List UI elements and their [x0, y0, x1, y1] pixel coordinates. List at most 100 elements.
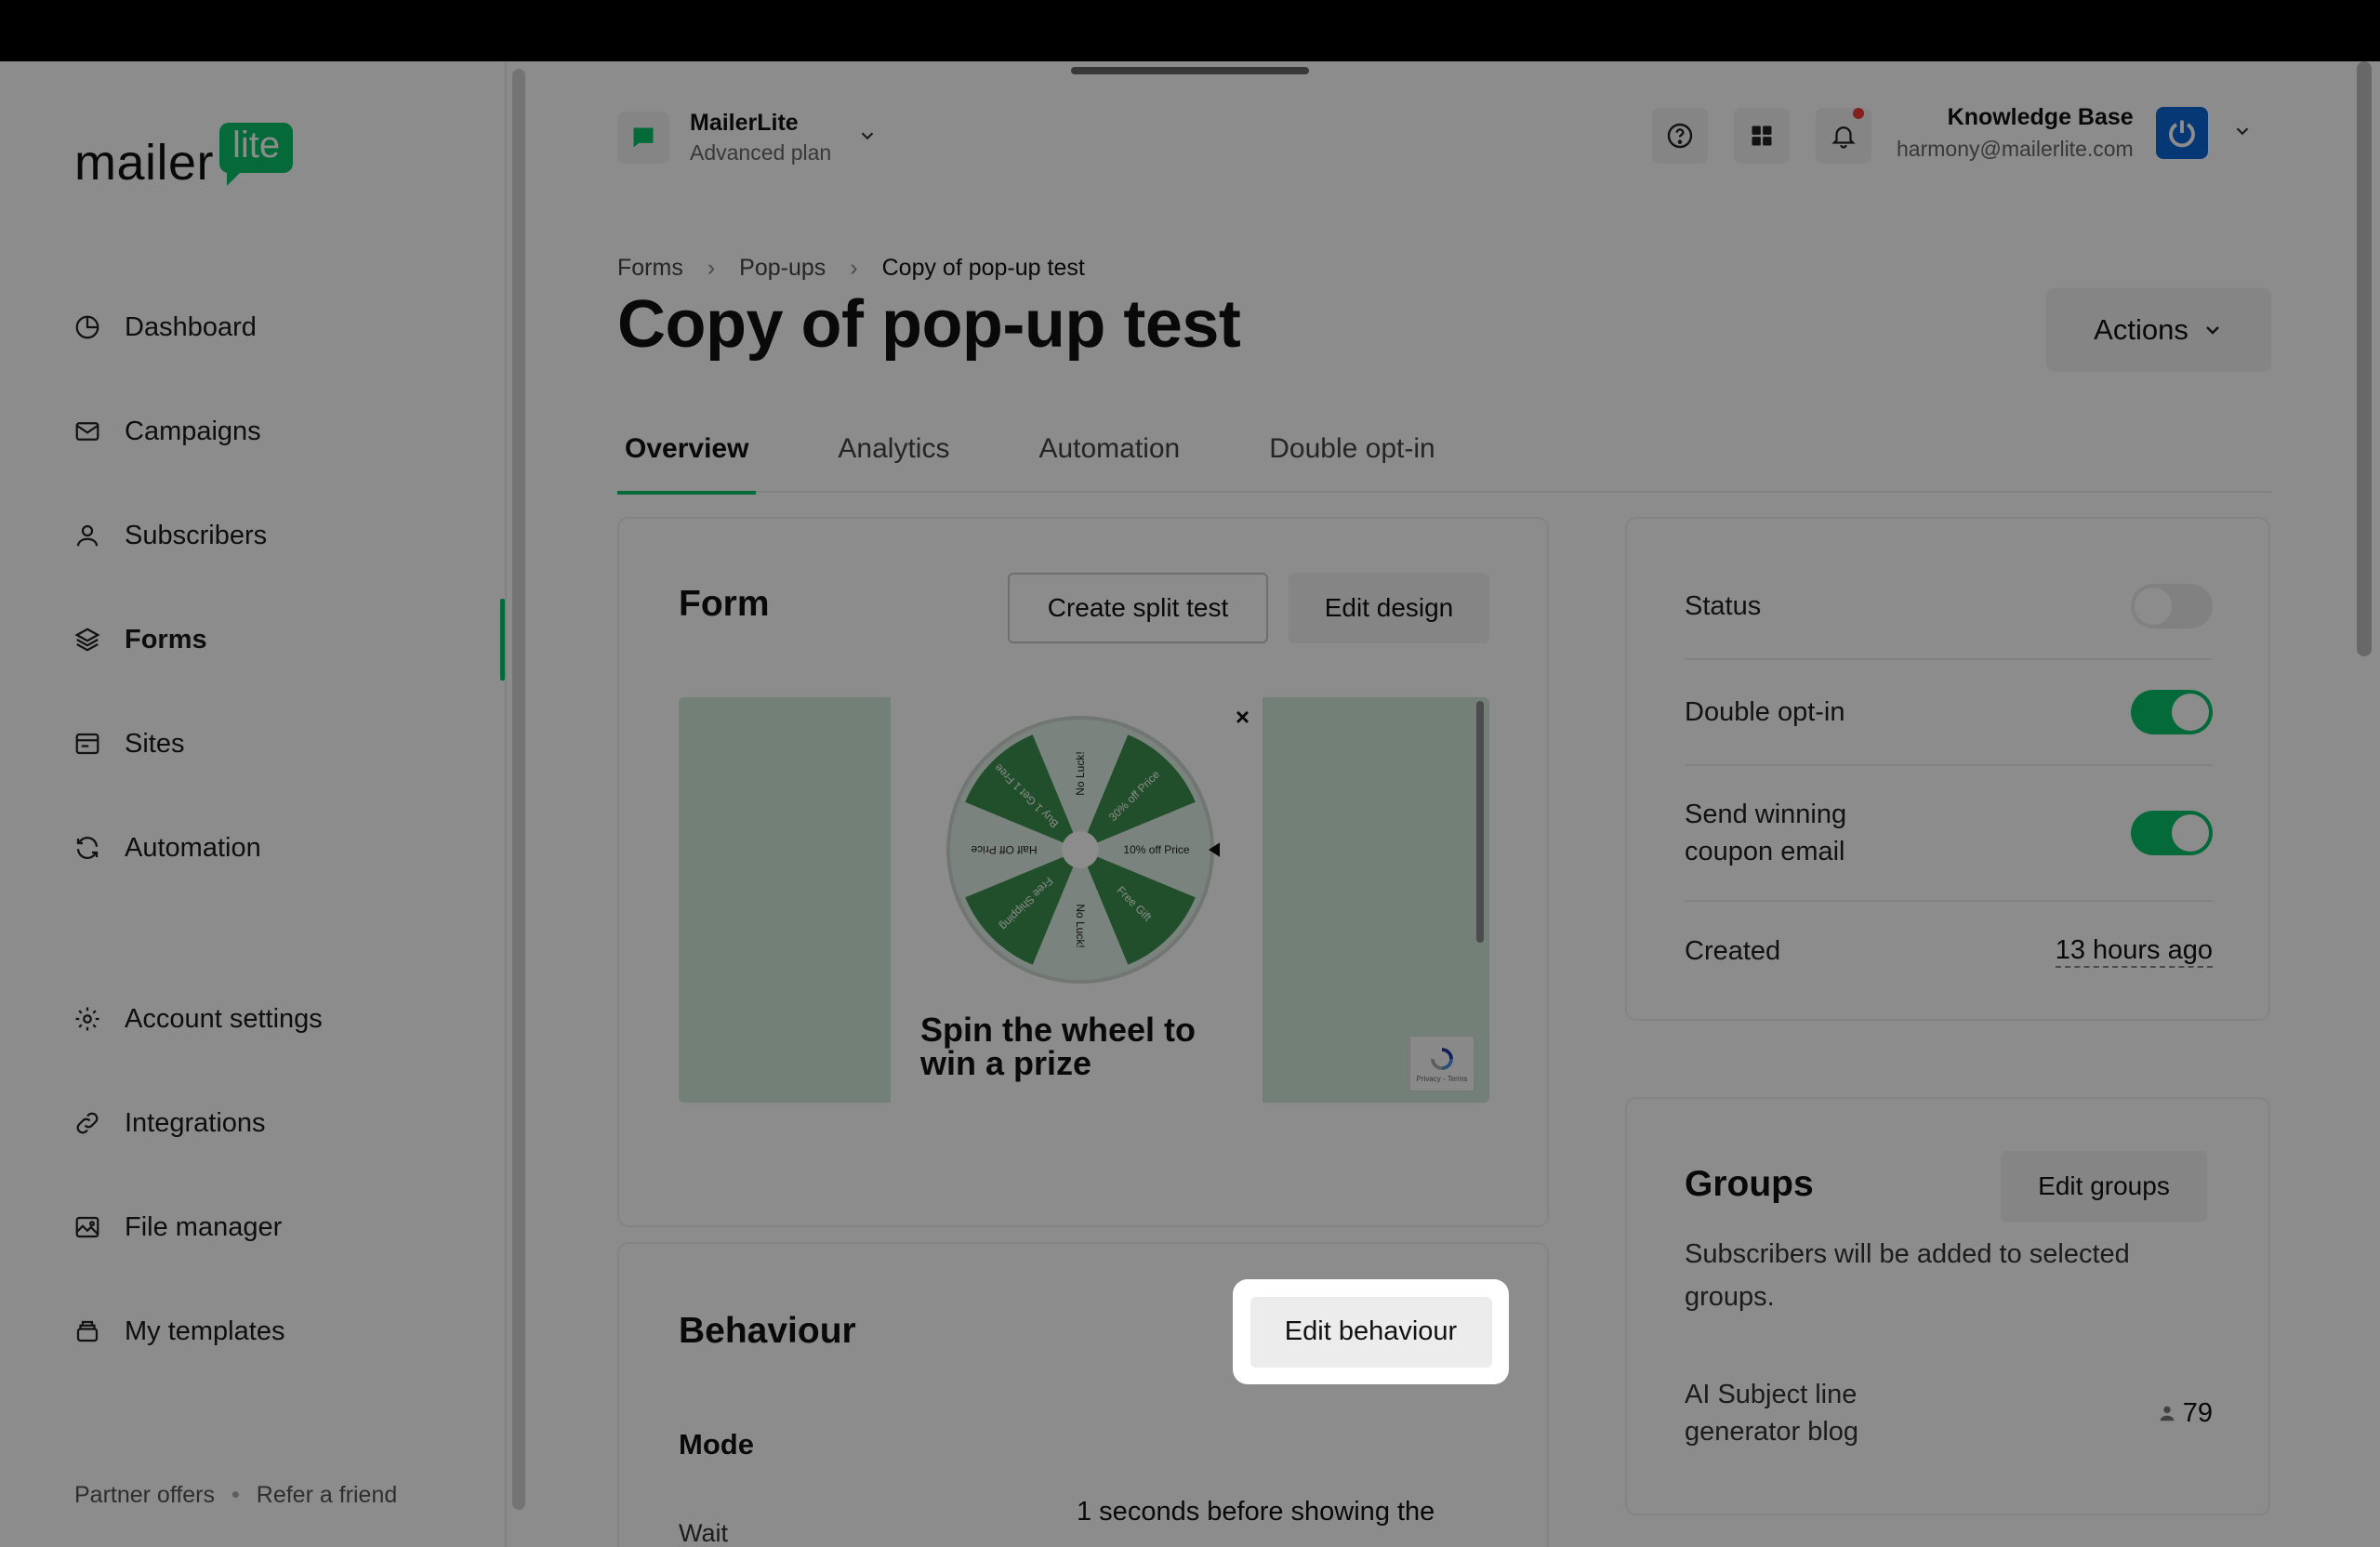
preview-scrollbar[interactable] [1476, 701, 1484, 943]
user-name: Knowledge Base [1947, 104, 2134, 130]
groups-description: Subscribers will be added to selected gr… [1685, 1239, 2130, 1312]
wait-label: Wait [679, 1519, 728, 1547]
double-optin-toggle[interactable] [2131, 690, 2213, 734]
form-card: Form Create split test Edit design × No … [617, 517, 1549, 1227]
account-plan: Advanced plan [690, 140, 832, 165]
window-drag-handle[interactable] [1071, 67, 1309, 74]
help-icon [1667, 123, 1693, 149]
sidebar-footer: Partner offers • Refer a friend [74, 1482, 397, 1509]
refer-friend-link[interactable]: Refer a friend [257, 1482, 397, 1509]
apps-button[interactable] [1734, 108, 1790, 164]
app-window: mailer lite Dashboard Campaigns Subscrib… [0, 61, 2380, 1547]
sidebar-item-my-templates[interactable]: My templates [73, 1303, 491, 1359]
wheel-segment-label: 10% off Price [1123, 843, 1189, 856]
coupon-email-label: Send winning coupon email [1685, 800, 1847, 866]
edit-behaviour-button[interactable]: Edit behaviour [1250, 1296, 1492, 1368]
created-label: Created [1685, 936, 1781, 966]
close-icon: × [1235, 703, 1250, 731]
layers-icon [73, 625, 102, 654]
sidebar-item-account-settings[interactable]: Account settings [73, 991, 491, 1047]
sidebar-item-label: Subscribers [125, 520, 268, 550]
breadcrumb-separator: › [707, 255, 716, 281]
sidebar-item-label: Forms [125, 624, 207, 654]
prize-wheel: No Luck! 30% off Price 10% off Price Free G… [941, 710, 1222, 994]
chevron-down-icon [857, 126, 878, 151]
mode-title: Mode [679, 1428, 754, 1461]
sidebar-item-file-manager[interactable]: File manager [73, 1199, 491, 1255]
mailerlite-logo[interactable]: mailer lite [74, 123, 294, 191]
help-button[interactable] [1652, 108, 1708, 164]
tab-double-opt-in[interactable]: Double opt-in [1262, 405, 1442, 493]
double-optin-label: Double opt-in [1685, 697, 1845, 727]
footer-separator: • [231, 1482, 240, 1508]
groups-card: Groups Edit groups Subscribers will be a… [1625, 1097, 2270, 1515]
sidebar-item-label: Automation [125, 832, 261, 863]
sidebar-item-label: My templates [125, 1316, 285, 1346]
created-value: 13 hours ago [2055, 935, 2213, 968]
person-icon [2160, 1406, 2175, 1421]
tab-analytics[interactable]: Analytics [830, 405, 957, 493]
sidebar-item-integrations[interactable]: Integrations [73, 1095, 491, 1151]
form-card-title: Form [679, 584, 770, 624]
notifications-button[interactable] [1816, 108, 1871, 164]
edit-design-button[interactable]: Edit design [1289, 573, 1489, 643]
refresh-icon [73, 833, 102, 863]
coupon-email-row: Send winning coupon email [1685, 766, 2213, 902]
sidebar-item-label: Account settings [125, 1003, 323, 1034]
chevron-down-icon [2205, 326, 2219, 335]
avatar[interactable] [2155, 107, 2208, 159]
sidebar-item-subscribers[interactable]: Subscribers [73, 508, 491, 563]
actions-label: Actions [2094, 313, 2188, 346]
user-menu[interactable]: Knowledge Base harmony@mailerlite.com [1897, 104, 2253, 162]
coupon-email-toggle[interactable] [2131, 811, 2213, 855]
user-email: harmony@mailerlite.com [1897, 137, 2134, 161]
created-row: Created 13 hours ago [1685, 902, 2213, 1000]
breadcrumb-popups[interactable]: Pop-ups [739, 255, 826, 282]
edit-groups-button[interactable]: Edit groups [2001, 1151, 2207, 1222]
behaviour-card-title: Behaviour [679, 1311, 856, 1351]
recaptcha-icon [1431, 1047, 1453, 1070]
breadcrumb: Forms › Pop-ups › Copy of pop-up test [617, 255, 1085, 282]
sidebar-active-indicator [500, 599, 505, 681]
actions-button[interactable]: Actions [2046, 288, 2271, 372]
account-switcher[interactable]: MailerLite Advanced plan [617, 110, 878, 165]
chevron-down-icon [2232, 121, 2253, 146]
notification-dot [1853, 108, 1864, 119]
recaptcha-badge: Privacy - Terms [1409, 1036, 1474, 1091]
logo-badge: lite [219, 123, 294, 186]
link-icon [73, 1108, 102, 1138]
create-split-test-button[interactable]: Create split test [1008, 573, 1268, 643]
breadcrumb-forms[interactable]: Forms [617, 255, 683, 282]
stack-icon [73, 1316, 102, 1346]
partner-offers-link[interactable]: Partner offers [74, 1482, 215, 1509]
sidebar-item-automation[interactable]: Automation [73, 820, 491, 876]
sidebar: mailer lite Dashboard Campaigns Subscrib… [0, 61, 525, 1547]
wait-value: 1 seconds before showing the [1077, 1497, 1435, 1527]
sidebar-item-dashboard[interactable]: Dashboard [73, 299, 491, 355]
header-icon-buttons [1652, 108, 1897, 164]
status-toggle[interactable] [2131, 584, 2213, 628]
sidebar-item-sites[interactable]: Sites [73, 716, 491, 772]
tab-overview[interactable]: Overview [617, 405, 757, 495]
group-row: AI Subject line generator blog 79 [1685, 1376, 2213, 1450]
tab-automation[interactable]: Automation [1031, 405, 1187, 493]
wheel-segment-label: No Luck! [1074, 751, 1087, 795]
sidebar-item-forms[interactable]: Forms [73, 612, 491, 668]
status-card: Status Double opt-in Send winning coupon… [1625, 517, 2270, 1021]
form-preview: × No Luck! 30% off Price 10% off Price Free… [679, 697, 1489, 1103]
clock-pie-icon [73, 312, 102, 342]
wheel-segment-label: Half Off Price [971, 843, 1037, 856]
power-icon [2168, 120, 2195, 148]
main-scrollbar[interactable] [2357, 61, 2372, 656]
image-icon [73, 1212, 102, 1242]
group-name: AI Subject line generator blog [1685, 1380, 1859, 1447]
sidebar-item-label: Sites [125, 728, 185, 759]
group-count-value: 79 [2182, 1397, 2213, 1428]
edit-behaviour-highlight: Edit behaviour [1233, 1279, 1509, 1384]
group-count: 79 [2157, 1398, 2213, 1429]
popup-headline: Spin the wheel to win a prize [920, 1011, 1197, 1082]
logo-text: mailer [74, 135, 215, 191]
tab-bar: Overview Analytics Automation Double opt… [617, 405, 2272, 495]
sidebar-scrollbar[interactable] [512, 69, 525, 1510]
sidebar-item-campaigns[interactable]: Campaigns [73, 403, 491, 459]
